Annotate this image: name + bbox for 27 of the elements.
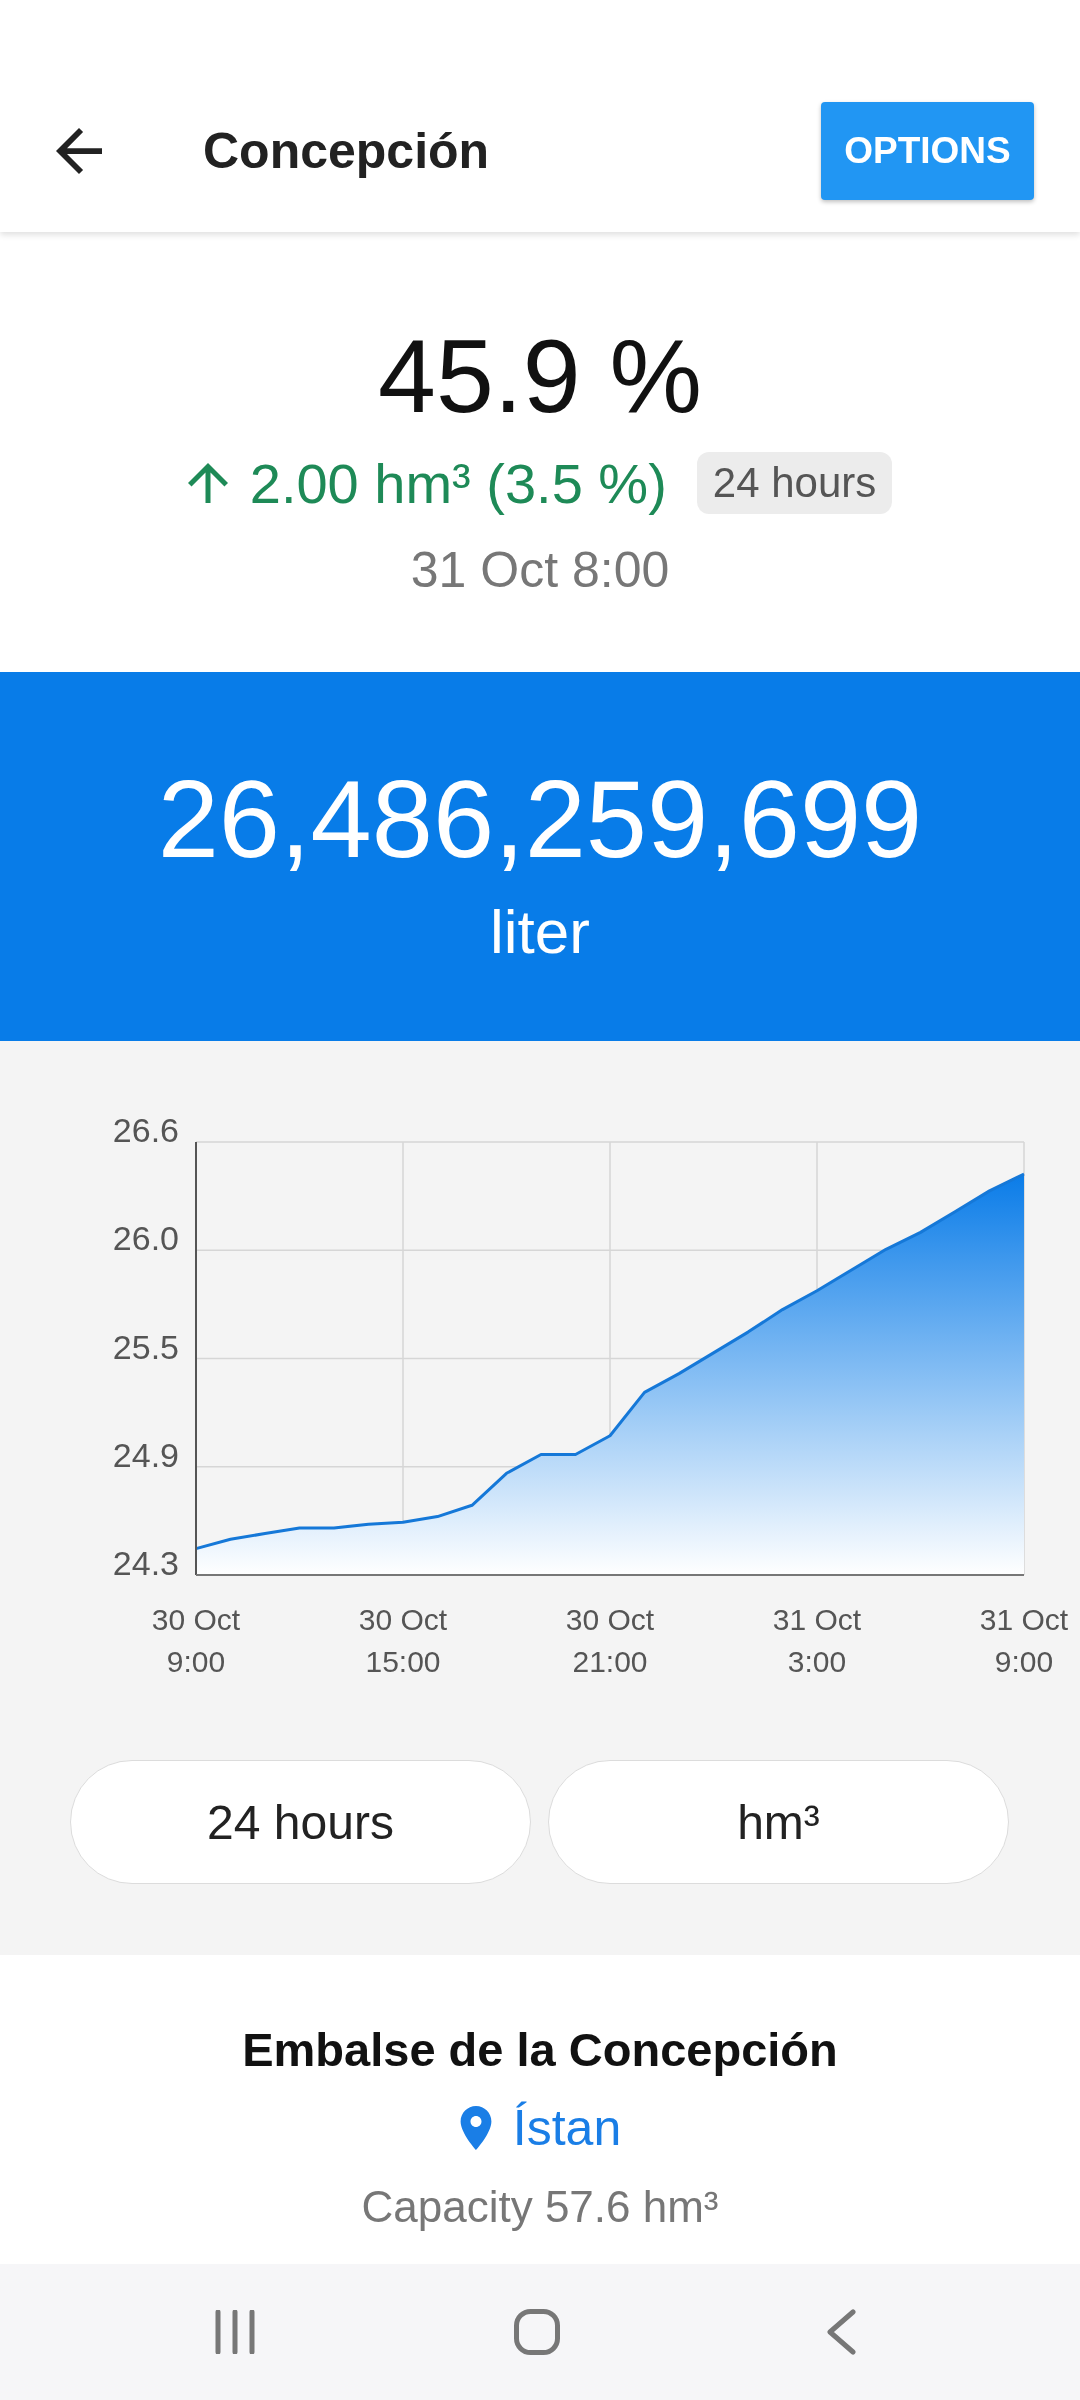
x-tick-label: 30 Oct 21:00	[564, 1602, 656, 1680]
y-tick-label: 24.9	[112, 1437, 179, 1472]
back-arrow-icon[interactable]	[56, 128, 102, 174]
y-tick-label: 25.5	[112, 1329, 179, 1364]
recent-apps-icon[interactable]	[215, 2310, 255, 2354]
selector-button[interactable]: hm³	[548, 1760, 1009, 1884]
fill-percentage: 45.9 %	[378, 318, 702, 434]
y-tick-label: 24.3	[112, 1546, 179, 1580]
capacity-text: Capacity 57.6 hm³	[361, 2181, 719, 2233]
change-value: 2.00 hm³ (3.5 %)	[249, 450, 667, 516]
x-tick-label: 31 Oct 3:00	[771, 1602, 863, 1680]
volume-unit: liter	[490, 896, 590, 968]
screen-title: Concepción	[203, 122, 490, 180]
y-tick-label: 26.6	[112, 1113, 179, 1147]
y-tick-label: 26.0	[112, 1221, 179, 1256]
x-tick-label: 30 Oct 15:00	[357, 1602, 449, 1680]
x-tick-label: 31 Oct 9:00	[978, 1602, 1070, 1680]
period-badge: 24 hours	[696, 452, 893, 514]
selector-button[interactable]: 24 hours	[70, 1760, 531, 1884]
location-pin-icon	[458, 2106, 493, 2150]
reservoir-name: Embalse de la Concepción	[242, 2022, 838, 2078]
back-icon[interactable]	[826, 2309, 856, 2355]
location-link[interactable]: Ístan	[512, 2098, 622, 2158]
volume-value: 26,486,259,699	[157, 756, 923, 882]
home-icon[interactable]	[514, 2309, 560, 2355]
timestamp: 31 Oct 8:00	[410, 541, 670, 600]
x-tick-label: 30 Oct 9:00	[150, 1602, 242, 1680]
